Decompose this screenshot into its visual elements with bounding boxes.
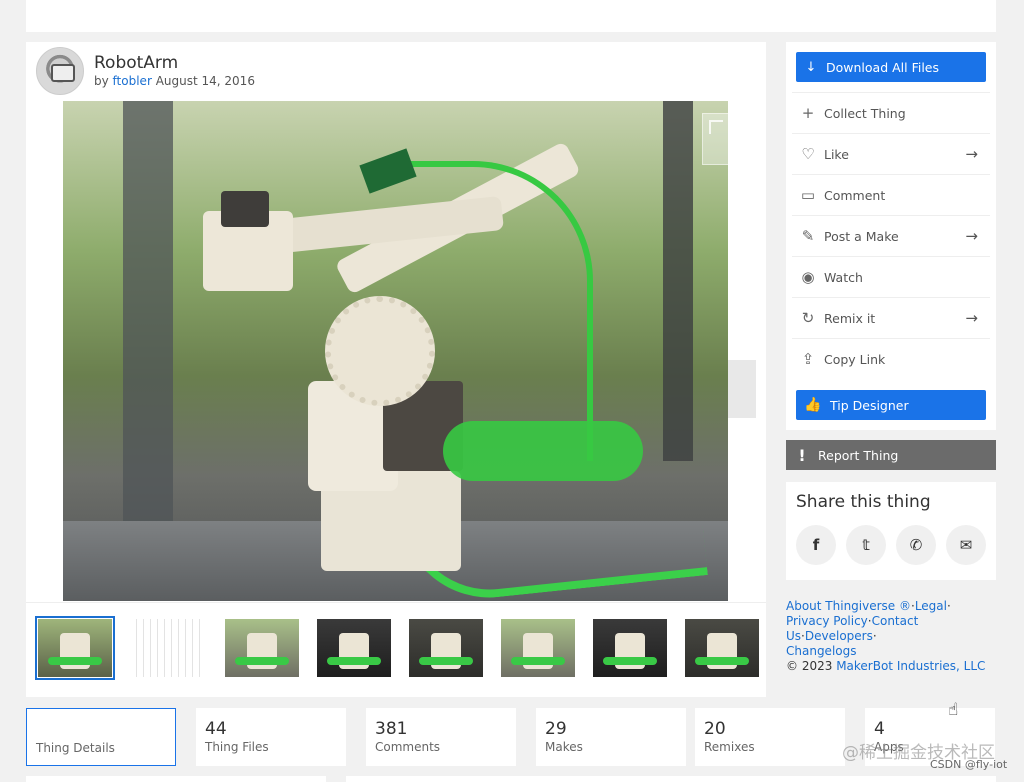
stat-label: Makes: [545, 740, 583, 754]
collect-button[interactable]: + Collect Thing: [792, 92, 990, 133]
stat-count: 29: [545, 719, 567, 739]
watch-button[interactable]: ◉ Watch: [792, 256, 990, 297]
mail-icon[interactable]: ✉: [946, 525, 986, 565]
collect-label: Collect Thing: [824, 105, 906, 121]
remix-button[interactable]: ↻ Remix it →: [792, 297, 990, 338]
thumbnail[interactable]: [593, 619, 667, 677]
about-link[interactable]: About Thingiverse ®: [786, 599, 911, 613]
comment-button[interactable]: ▭ Comment: [792, 174, 990, 215]
download-label: Download All Files: [826, 59, 940, 75]
thumbnail[interactable]: [317, 619, 391, 677]
remix-label: Remix it: [824, 310, 876, 326]
thumbnail[interactable]: [130, 619, 204, 677]
thing-card: RobotArm by ftobler August 14, 2016: [26, 42, 766, 697]
bottom-card: [26, 776, 326, 782]
comment-icon: ▭: [800, 186, 816, 204]
tab-thing-files[interactable]: 44 Thing Files: [196, 708, 346, 766]
make-icon: ✎: [801, 227, 815, 245]
post-make-label: Post a Make: [824, 228, 899, 244]
stat-label: Remixes: [704, 740, 755, 754]
thumbnail[interactable]: [501, 619, 575, 677]
arrow-right-icon[interactable]: →: [965, 309, 978, 327]
remix-icon: ↻: [801, 309, 815, 327]
tab-remixes[interactable]: 20 Remixes: [695, 708, 845, 766]
thing-header: RobotArm by ftobler August 14, 2016: [26, 42, 766, 100]
share-panel: Share this thing f 𝕥 ✆ ✉: [786, 482, 996, 580]
hand-cursor-icon: ☝: [948, 700, 959, 720]
copy-link-button[interactable]: ⇪ Copy Link: [792, 338, 990, 379]
share-title: Share this thing: [796, 492, 931, 512]
stat-count: 44: [205, 719, 227, 739]
csdn-watermark: CSDN @fly-iot: [930, 758, 1008, 771]
plus-icon: +: [801, 104, 815, 122]
stat-count: 4: [874, 719, 885, 739]
report-thing-button[interactable]: ! Report Thing: [786, 440, 996, 470]
expand-icon[interactable]: [702, 113, 754, 165]
share-icon: ⇪: [801, 350, 815, 368]
tab-thing-details[interactable]: Thing Details: [26, 708, 176, 766]
download-icon: ↓: [805, 59, 817, 75]
stat-count: 20: [704, 719, 726, 739]
thumbnail[interactable]: [685, 619, 759, 677]
tip-label: Tip Designer: [830, 397, 909, 413]
author-link[interactable]: ftobler: [113, 74, 152, 88]
publish-date: August 14, 2016: [155, 74, 255, 88]
privacy-link[interactable]: Privacy Policy: [786, 614, 868, 628]
heart-icon: ♡: [801, 145, 815, 163]
changelogs-link[interactable]: Changelogs: [786, 644, 857, 658]
tip-designer-button[interactable]: 👍 Tip Designer: [796, 390, 986, 420]
tab-comments[interactable]: 381 Comments: [366, 708, 516, 766]
thumbnail[interactable]: [409, 619, 483, 677]
byline: by ftobler August 14, 2016: [94, 74, 255, 88]
tab-makes[interactable]: 29 Makes: [536, 708, 686, 766]
post-make-button[interactable]: ✎ Post a Make →: [792, 215, 990, 256]
footer-links: About Thingiverse ®·Legal· Privacy Polic…: [786, 599, 986, 673]
facebook-icon[interactable]: f: [796, 525, 836, 565]
watch-label: Watch: [824, 269, 863, 285]
stat-label: Thing Details: [36, 741, 115, 755]
like-label: Like: [824, 146, 849, 162]
download-all-button[interactable]: ↓ Download All Files: [796, 52, 986, 82]
copy-link-label: Copy Link: [824, 351, 886, 367]
developers-link[interactable]: Developers: [805, 629, 873, 643]
stat-label: Thing Files: [205, 740, 269, 754]
thumbnail[interactable]: [225, 619, 299, 677]
arrow-right-icon[interactable]: →: [965, 227, 978, 245]
like-button[interactable]: ♡ Like →: [792, 133, 990, 174]
thumbnail-strip: [26, 602, 766, 697]
whatsapp-icon[interactable]: ✆: [896, 525, 936, 565]
exclamation-icon: !: [798, 445, 806, 465]
top-strip: [26, 0, 996, 32]
eye-icon: ◉: [801, 268, 815, 286]
company-link[interactable]: MakerBot Industries, LLC: [836, 659, 985, 673]
legal-link[interactable]: Legal: [915, 599, 947, 613]
thumbs-up-icon: 👍: [804, 397, 822, 413]
arrow-right-icon[interactable]: →: [965, 145, 978, 163]
report-label: Report Thing: [818, 447, 899, 463]
stat-count: 381: [375, 719, 408, 739]
avatar[interactable]: [36, 47, 84, 95]
comment-label: Comment: [824, 187, 886, 203]
main-image[interactable]: [63, 101, 728, 601]
copyright: © 2023: [786, 659, 833, 673]
page-title: RobotArm: [94, 53, 179, 73]
bottom-card: [346, 776, 996, 782]
thumbnail[interactable]: [35, 616, 115, 680]
next-image-button[interactable]: [728, 360, 756, 418]
stat-label: Comments: [375, 740, 441, 754]
twitter-icon[interactable]: 𝕥: [846, 525, 886, 565]
action-panel: ↓ Download All Files + Collect Thing ♡ L…: [786, 42, 996, 430]
by-label: by: [94, 74, 109, 88]
